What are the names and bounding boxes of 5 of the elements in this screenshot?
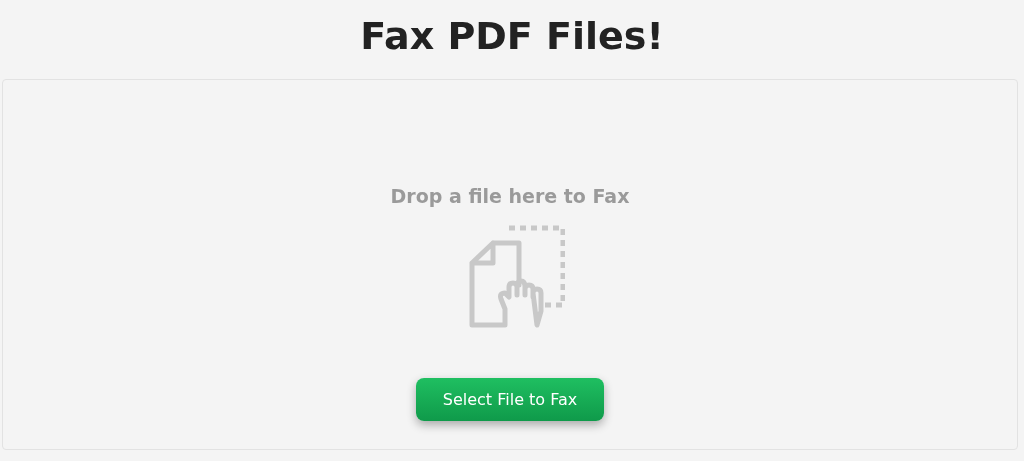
page-title: Fax PDF Files! xyxy=(360,13,664,60)
drop-prompt: Drop a file here to Fax xyxy=(390,184,630,209)
drop-zone[interactable]: Drop a file here to Fax Select File to Fax xyxy=(2,79,1018,450)
select-file-button[interactable]: Select File to Fax xyxy=(416,378,604,421)
drag-file-icon xyxy=(469,225,565,329)
